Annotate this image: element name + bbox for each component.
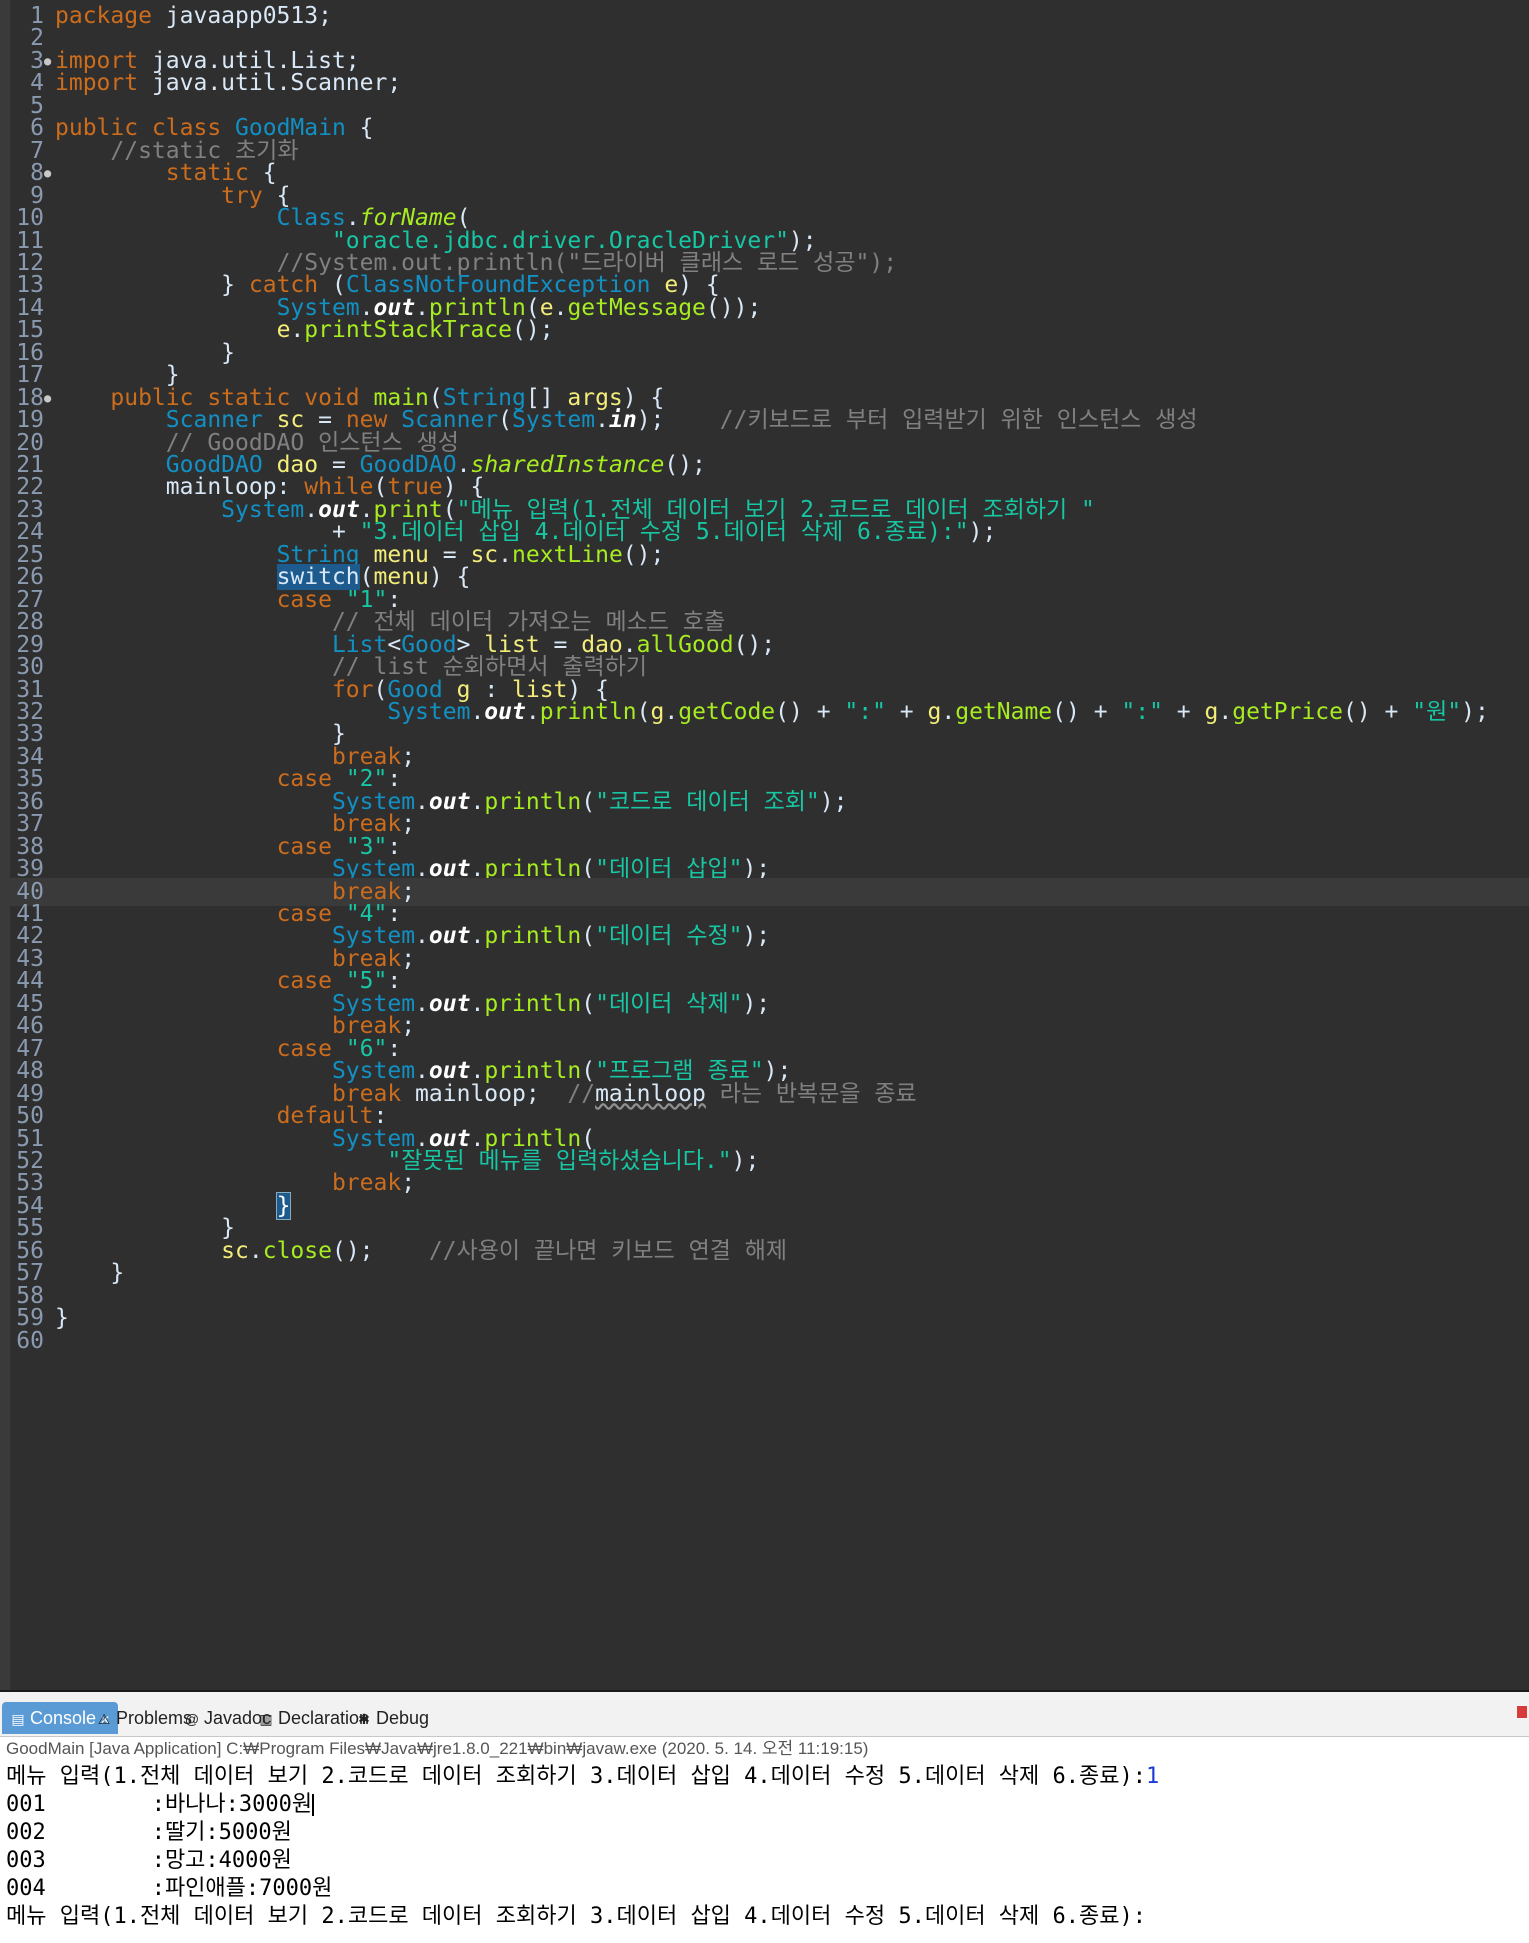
code-line[interactable]: 60	[0, 1327, 1529, 1355]
tab-debug[interactable]: ✱ Debug	[356, 1702, 429, 1734]
text-caret	[312, 1794, 315, 1816]
tab-label: Problems	[116, 1708, 193, 1728]
tab-label: Console	[30, 1708, 97, 1728]
tab-label: Debug	[376, 1708, 430, 1728]
console-line-text: 003 :망고:4000원	[6, 1848, 292, 1873]
console-icon: ▤	[11, 1711, 25, 1727]
console-line-text: 004 :파인애플:7000원	[6, 1876, 333, 1901]
problems-icon: ⚠	[97, 1711, 111, 1727]
console-output[interactable]: 메뉴 입력(1.전체 데이터 보기 2.코드로 데이터 조회하기 3.데이터 삽…	[0, 1763, 1529, 1931]
console-line: 메뉴 입력(1.전체 데이터 보기 2.코드로 데이터 조회하기 3.데이터 삽…	[0, 1763, 1529, 1791]
line-number: 60	[16, 1327, 44, 1354]
code-editor[interactable]: 1 package javaapp0513; 2 3 ● import java.util…	[0, 0, 1529, 1692]
declaration-icon: ▥	[259, 1711, 273, 1727]
console-line: 003 :망고:4000원	[0, 1847, 1529, 1875]
console-process-info: GoodMain [Java Application] C:₩Program F…	[6, 1739, 869, 1758]
debug-icon: ✱	[358, 1711, 370, 1727]
console-line: 001 :바나나:3000원	[0, 1791, 1529, 1819]
console-line: 002 :딸기:5000원	[0, 1819, 1529, 1847]
console-line-text: 메뉴 입력(1.전체 데이터 보기 2.코드로 데이터 조회하기 3.데이터 삽…	[6, 1764, 1146, 1789]
tab-declaration[interactable]: ▥ Declaration	[258, 1702, 369, 1734]
console-line-text: 001 :바나나:3000원	[6, 1792, 313, 1817]
console-tab-bar: ▤ Console ✕ ⚠ Problems @ Javadoc ▥ Declaration ✱ D…	[0, 1692, 1529, 1737]
minimize-button[interactable]	[1517, 1706, 1527, 1718]
tab-problems[interactable]: ⚠ Problems	[96, 1702, 192, 1734]
console-line-text: 002 :딸기:5000원	[6, 1820, 292, 1845]
javadoc-icon: @	[184, 1711, 200, 1727]
console-line-text: 메뉴 입력(1.전체 데이터 보기 2.코드로 데이터 조회하기 3.데이터 삽…	[6, 1904, 1146, 1929]
console-line: 메뉴 입력(1.전체 데이터 보기 2.코드로 데이터 조회하기 3.데이터 삽…	[0, 1903, 1529, 1931]
console-line: 004 :파인애플:7000원	[0, 1875, 1529, 1903]
user-input-text: 1	[1146, 1764, 1160, 1789]
